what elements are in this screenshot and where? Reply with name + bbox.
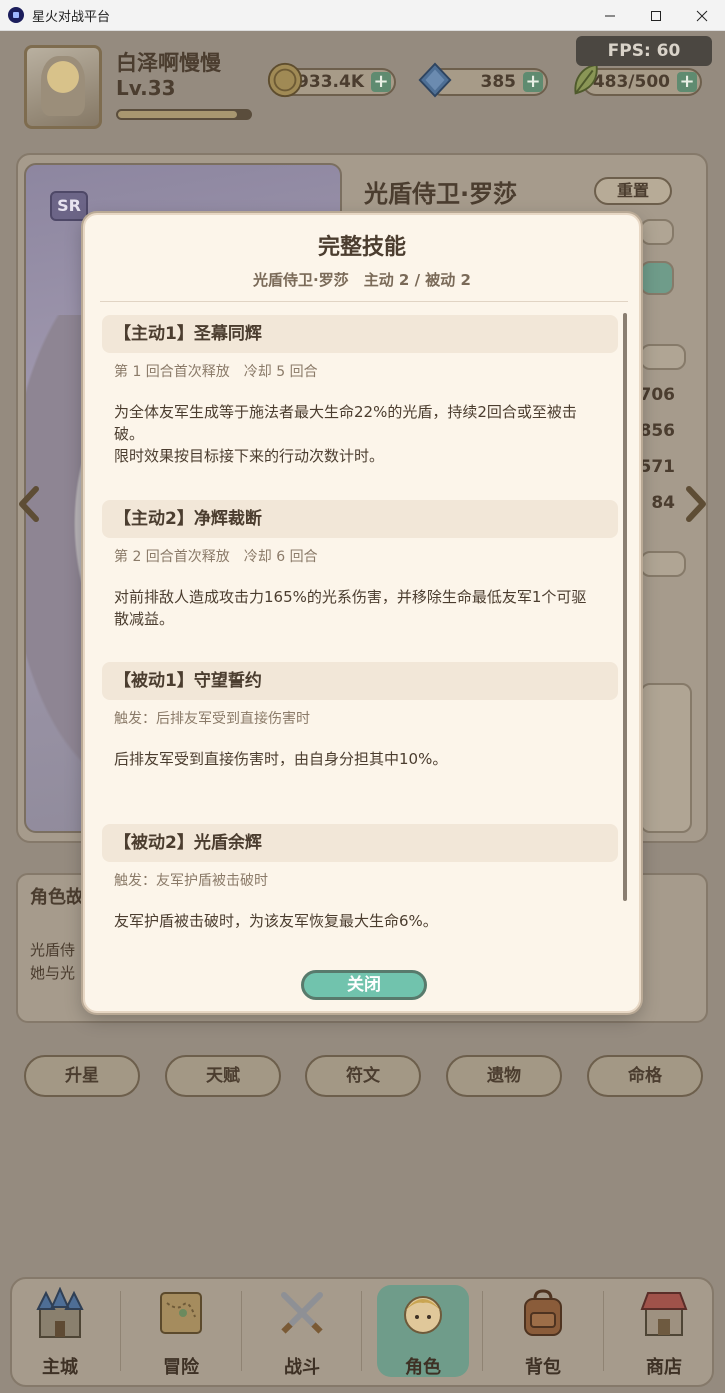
- skill-meta: 触发：后排友军受到直接伤害时: [114, 711, 310, 727]
- window-title: 星火对战平台: [32, 9, 111, 25]
- skill-name: 【主动2】净辉裁断: [102, 500, 618, 538]
- maximize-button[interactable]: [633, 0, 679, 31]
- window-titlebar: 星火对战平台: [0, 0, 725, 31]
- skill-desc-line: 后排友军受到直接伤害时，由自身分担其中10%。: [114, 750, 448, 768]
- skill-item: 【主动2】净辉裁断 第 2 回合首次释放 冷却 6 回合 对前排敌人造成攻击力1…: [102, 500, 618, 662]
- skill-name: 【被动1】守望誓约: [102, 662, 618, 700]
- skill-name: 【主动1】圣幕同辉: [102, 315, 618, 353]
- skill-desc-line: 对前排敌人造成攻击力165%的光系伤害，并移除生命最低友军1个可驱散减益。: [114, 588, 587, 628]
- skill-item: 【被动1】守望誓约 触发：后排友军受到直接伤害时 后排友军受到直接伤害时，由自身…: [102, 662, 618, 824]
- minimize-icon: [605, 15, 615, 16]
- skill-description: 对前排敌人造成攻击力165%的光系伤害，并移除生命最低友军1个可驱散减益。: [102, 586, 618, 630]
- minimize-button[interactable]: [587, 0, 633, 31]
- dialog-subtitle: 光盾侍卫·罗莎 主动 2 / 被动 2: [253, 271, 471, 289]
- skill-description: 友军护盾被击破时，为该友军恢复最大生命6%。: [102, 910, 618, 932]
- skill-item: 【主动1】圣幕同辉 第 1 回合首次释放 冷却 5 回合 为全体友军生成等于施法…: [102, 315, 618, 500]
- close-dialog-button[interactable]: 关闭: [301, 970, 427, 1000]
- skill-name: 【被动2】光盾余辉: [102, 824, 618, 862]
- close-icon: [696, 10, 708, 21]
- skill-desc-line: 友军护盾被击破时，为该友军恢复最大生命6%。: [114, 912, 438, 930]
- skill-item: 【被动2】光盾余辉 触发：友军护盾被击破时 友军护盾被击破时，为该友军恢复最大生…: [102, 824, 618, 947]
- skill-desc-line: 限时效果按目标接下来的行动次数计时。: [114, 447, 385, 465]
- dialog-title: 完整技能: [317, 235, 406, 260]
- skill-list-scrollbar[interactable]: [623, 313, 627, 901]
- skill-list[interactable]: 【主动1】圣幕同辉 第 1 回合首次释放 冷却 5 回合 为全体友军生成等于施法…: [102, 315, 618, 947]
- skills-dialog: 完整技能 光盾侍卫·罗莎 主动 2 / 被动 2 【主动1】圣幕同辉 第 1 回…: [83, 213, 641, 1013]
- close-button[interactable]: [679, 0, 725, 31]
- skill-meta: 第 1 回合首次释放 冷却 5 回合: [114, 364, 318, 380]
- skill-description: 为全体友军生成等于施法者最大生命22%的光盾，持续2回合或至被击破。 限时效果按…: [102, 401, 618, 467]
- skill-meta: 触发：友军护盾被击破时: [114, 873, 268, 889]
- app-icon: [8, 7, 24, 23]
- skill-description: 后排友军受到直接伤害时，由自身分担其中10%。: [102, 748, 618, 770]
- skill-meta: 第 2 回合首次释放 冷却 6 回合: [114, 549, 318, 565]
- divider: [100, 301, 628, 302]
- skill-desc-line: 为全体友军生成等于施法者最大生命22%的光盾，持续2回合或至被击破。: [114, 403, 577, 443]
- maximize-icon: [651, 10, 661, 21]
